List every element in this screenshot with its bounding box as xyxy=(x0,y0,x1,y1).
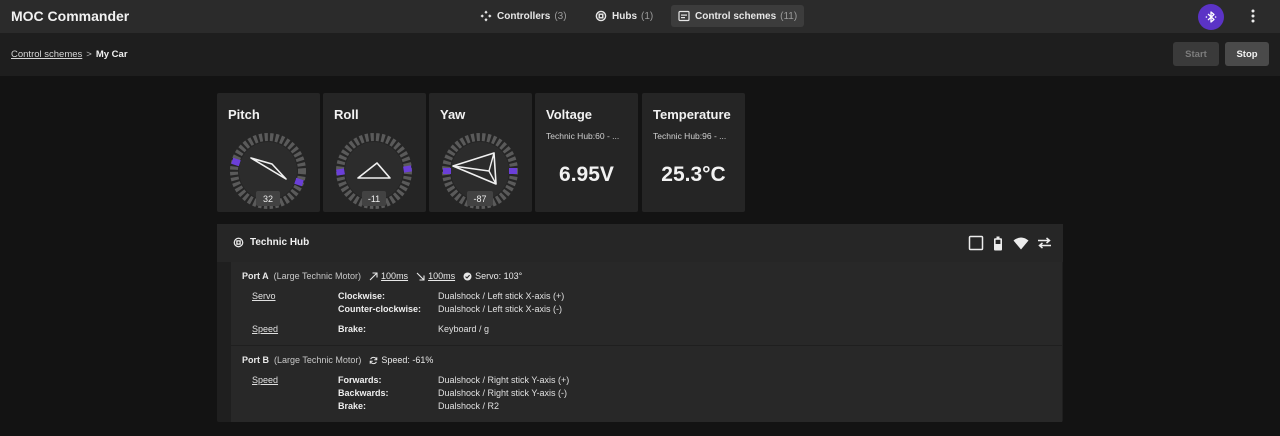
breadcrumb-separator: > xyxy=(86,49,92,60)
sync-icon xyxy=(370,356,378,364)
port-b-name: Port B xyxy=(242,355,269,365)
port-a-card: Port A (Large Technic Motor) 100ms 100ms… xyxy=(231,262,1062,345)
nav-hubs[interactable]: Hubs (1) xyxy=(588,5,660,27)
square-outline-icon xyxy=(968,235,984,251)
yaw-title: Yaw xyxy=(440,107,466,122)
binding-value: Dualshock / Right stick Y-axis (-) xyxy=(438,388,568,398)
temperature-tile: Temperature Technic Hub:96 - ... 25.3°C xyxy=(642,93,745,212)
breadcrumb-link-control-schemes[interactable]: Control schemes xyxy=(11,49,82,60)
breadcrumb: Control schemes > My Car xyxy=(11,49,128,60)
port-b-status: Speed: -61% xyxy=(369,355,433,365)
port-a-status-text: Servo: 103° xyxy=(475,271,523,281)
voltage-tile: Voltage Technic Hub:60 - ... 6.95V xyxy=(535,93,638,212)
wifi-icon xyxy=(1013,237,1029,249)
binding-value: Dualshock / R2 xyxy=(438,401,500,411)
breadcrumb-current: My Car xyxy=(95,49,128,60)
check-badge-icon xyxy=(463,272,472,280)
port-a-type: (Large Technic Motor) xyxy=(273,271,362,281)
port-a-acceleration[interactable]: 100ms xyxy=(369,271,408,281)
hub-battery-button[interactable] xyxy=(989,234,1007,252)
voltage-title: Voltage xyxy=(546,107,592,122)
nav-hubs-count: (1) xyxy=(641,10,654,22)
voltage-value: 6.95V xyxy=(559,163,614,186)
nav-control-schemes-label: Control schemes xyxy=(695,10,777,22)
port-b-function-speed[interactable]: Speed xyxy=(252,375,278,385)
nav-hubs-label: Hubs xyxy=(612,10,637,22)
port-a-decel-value: 100ms xyxy=(428,271,456,281)
binding-label: Counter-clockwise: xyxy=(338,304,422,314)
toolbar xyxy=(0,33,1280,76)
port-a-accel-value: 100ms xyxy=(381,271,409,281)
roll-title: Roll xyxy=(334,107,359,122)
port-a-deceleration[interactable]: 100ms xyxy=(416,271,455,281)
bluetooth-icon xyxy=(1205,11,1217,23)
voltage-source: Technic Hub:60 - ... xyxy=(546,131,620,141)
temperature-value: 25.3°C xyxy=(661,163,726,186)
nav-control-schemes[interactable]: Control schemes (11) xyxy=(671,5,805,27)
port-b-card: Port B (Large Technic Motor) Speed: -61%… xyxy=(231,346,1062,422)
port-a-function-speed[interactable]: Speed xyxy=(252,324,278,334)
hub-header: Technic Hub xyxy=(217,224,1063,262)
nav-controllers-count: (3) xyxy=(554,10,567,22)
port-b-header: Port B (Large Technic Motor) Speed: -61% xyxy=(242,355,433,365)
binding-label: Backwards: xyxy=(338,388,389,398)
trend-up-icon xyxy=(369,271,378,280)
more-vert-icon xyxy=(1251,9,1255,23)
binding-value: Dualshock / Left stick X-axis (-) xyxy=(438,304,563,314)
hub-icon xyxy=(595,10,607,22)
port-a-header: Port A (Large Technic Motor) 100ms 100ms… xyxy=(242,271,522,281)
start-button[interactable]: Start xyxy=(1173,42,1219,66)
pitch-tile: Pitch 32 xyxy=(217,93,320,212)
trend-down-icon xyxy=(416,272,425,281)
nav-controllers-label: Controllers xyxy=(497,10,551,22)
port-b-type: (Large Technic Motor) xyxy=(274,355,362,365)
nav-control-schemes-count: (11) xyxy=(780,10,798,22)
hub-swap-button[interactable] xyxy=(1035,234,1053,252)
app-title: MOC Commander xyxy=(11,8,130,24)
hub-panel: Technic Hub Port A (Large Technic Motor)… xyxy=(217,224,1063,422)
binding-label: Brake: xyxy=(338,401,367,411)
port-a-status: Servo: 103° xyxy=(463,271,522,281)
swap-arrows-icon xyxy=(1037,237,1051,249)
hub-select-checkbox[interactable] xyxy=(967,234,985,252)
battery-icon xyxy=(994,236,1002,250)
stop-button[interactable]: Stop xyxy=(1225,42,1269,66)
bluetooth-button[interactable] xyxy=(1198,4,1224,30)
binding-label: Brake: xyxy=(338,324,367,334)
gamepad-icon xyxy=(480,10,492,22)
binding-value: Keyboard / g xyxy=(438,324,490,334)
binding-label: Forwards: xyxy=(338,375,382,385)
nav-controllers[interactable]: Controllers (3) xyxy=(473,5,574,27)
temperature-source: Technic Hub:96 - ... xyxy=(653,131,727,141)
roll-tile: Roll -11 xyxy=(323,93,426,212)
binding-label: Clockwise: xyxy=(338,291,386,301)
pitch-value-badge: 32 xyxy=(256,191,280,206)
more-menu-button[interactable] xyxy=(1246,8,1260,24)
temperature-title: Temperature xyxy=(653,107,731,122)
roll-value-badge: -11 xyxy=(362,191,386,206)
port-a-function-servo[interactable]: Servo xyxy=(252,291,276,301)
binding-value: Dualshock / Left stick X-axis (+) xyxy=(438,291,565,301)
yaw-tile: Yaw -87 xyxy=(429,93,532,212)
port-b-status-text: Speed: -61% xyxy=(381,355,434,365)
top-app-bar: MOC Commander Controllers (3) Hubs (1) C… xyxy=(0,0,1280,33)
binding-value: Dualshock / Right stick Y-axis (+) xyxy=(438,375,570,385)
hub-name: Technic Hub xyxy=(250,237,310,248)
yaw-value-badge: -87 xyxy=(467,191,493,206)
pitch-title: Pitch xyxy=(228,107,260,122)
hub-signal-button[interactable] xyxy=(1012,234,1030,252)
port-a-name: Port A xyxy=(242,271,269,281)
hub-icon xyxy=(233,237,244,248)
scheme-icon xyxy=(678,10,690,22)
